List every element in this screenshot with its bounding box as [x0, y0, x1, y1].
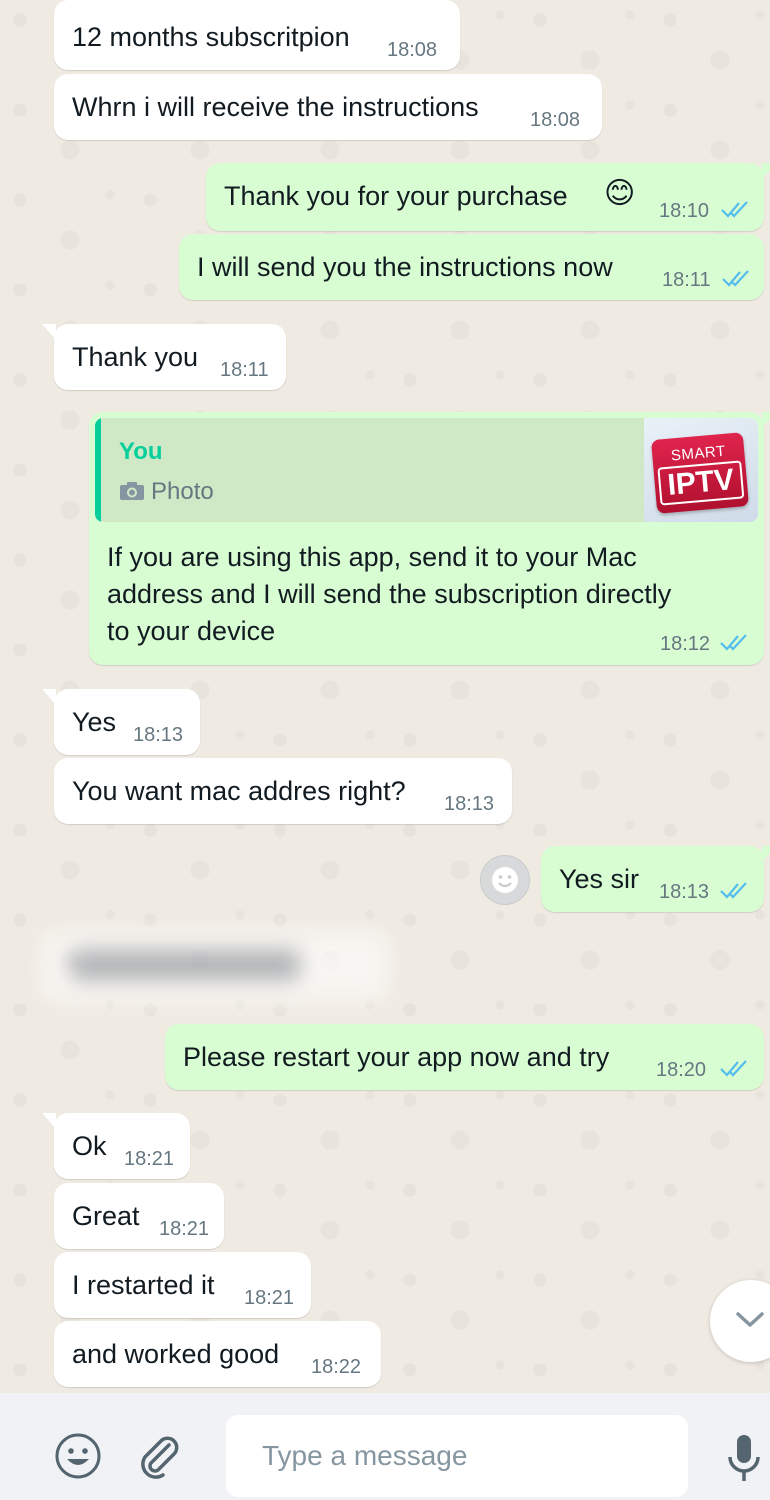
photo-thumbnail: SMART IPTV [644, 418, 758, 522]
message-text: Whrn i will receive the instructions [72, 92, 479, 122]
message-text-line: If you are using this app, send it to yo… [107, 542, 637, 572]
redacted-text [70, 950, 300, 980]
message-text: Thank you [72, 342, 199, 372]
double-check-icon [720, 634, 747, 651]
quote-author: You [119, 438, 163, 465]
scroll-to-bottom-button[interactable] [710, 1280, 770, 1362]
chevron-down-icon [736, 1312, 764, 1327]
smart-iptv-logo: SMART IPTV [650, 432, 750, 514]
double-check-icon [722, 270, 749, 287]
message-outgoing-reply[interactable]: You Photo SMART IPTV If you are using th… [89, 412, 770, 665]
bubble-tail [42, 324, 56, 340]
message-time: 18:11 [220, 359, 269, 381]
message-time: 18:21 [124, 1148, 175, 1170]
message-text: You want mac addres right? [72, 776, 406, 806]
message-text: I will send you the instructions now [197, 252, 613, 282]
smiley-icon [492, 867, 518, 893]
quoted-message[interactable]: You Photo SMART IPTV [95, 418, 758, 522]
message-text: Ok [72, 1131, 107, 1161]
camera-icon [120, 482, 144, 500]
message-text: Yes sir [559, 864, 640, 894]
message-incoming[interactable]: Yes 18:13 [42, 689, 200, 755]
bubble-tail [762, 846, 770, 862]
double-check-icon [720, 882, 747, 899]
message-time: 18:21 [244, 1287, 295, 1309]
bubble-tail [762, 163, 770, 179]
message-time: 18:12 [660, 633, 711, 655]
message-incoming[interactable]: Thank you 18:11 [42, 324, 286, 390]
message-input[interactable] [226, 1415, 688, 1497]
bubble-tail [42, 689, 56, 705]
message-outgoing[interactable]: Yes sir 18:13 [541, 846, 770, 912]
bubble-tail [762, 412, 770, 428]
smiling-face-emoji: 😊 [604, 177, 636, 210]
message-outgoing[interactable]: Please restart your app now and try 18:2… [165, 1024, 764, 1090]
logo-text-main: IPTV [657, 460, 745, 506]
message-text: Yes [72, 707, 117, 737]
reaction-button[interactable] [480, 855, 530, 905]
message-incoming[interactable]: Great 18:21 [54, 1183, 224, 1249]
message-incoming[interactable]: I restarted it 18:21 [54, 1252, 311, 1318]
attach-icon[interactable] [135, 1431, 181, 1481]
message-text-line: to your device [107, 616, 276, 646]
message-incoming[interactable]: Ok 18:21 [42, 1113, 190, 1179]
message-time: 18:21 [159, 1218, 210, 1240]
message-time: 18:08 [387, 39, 438, 61]
message-incoming[interactable]: Whrn i will receive the instructions 18:… [54, 74, 602, 140]
emoji-icon[interactable] [53, 1431, 103, 1481]
message-time: 18:10 [659, 200, 710, 222]
message-time: 18:13 [659, 881, 710, 903]
quote-type-label: Photo [151, 478, 214, 505]
message-incoming[interactable]: 12 months subscritpion 18:08 [54, 0, 460, 70]
message-time: 18:11 [662, 269, 711, 291]
message-text-line: address and I will send the subscription… [107, 579, 672, 609]
double-check-icon [720, 1060, 747, 1077]
message-text: Great [72, 1201, 140, 1231]
message-time: 18:22 [311, 1356, 362, 1378]
message-text: I restarted it [72, 1270, 215, 1300]
message-time: 18:13 [444, 793, 495, 815]
chat-panel[interactable]: 12 months subscritpion 18:08 Whrn i will… [0, 0, 770, 1393]
message-time: 18:20 [656, 1059, 707, 1081]
quote-type: Photo [119, 480, 214, 504]
quote-accent-bar [95, 418, 101, 522]
message-text: Thank you for your purchase [224, 181, 568, 211]
message-outgoing[interactable]: I will send you the instructions now 18:… [179, 234, 764, 300]
message-text: and worked good [72, 1339, 280, 1369]
double-check-icon [721, 201, 748, 218]
microphone-icon[interactable] [724, 1433, 764, 1487]
message-text: 12 months subscritpion [72, 22, 350, 52]
bubble-tail [42, 1113, 56, 1129]
message-time: 18:13 [133, 724, 184, 746]
message-time: 18:08 [530, 109, 581, 131]
message-incoming[interactable]: You want mac addres right? 18:13 [54, 758, 512, 824]
message-outgoing[interactable]: Thank you for your purchase 😊 18:10 [206, 163, 770, 231]
message-text: Please restart your app now and try [183, 1042, 610, 1072]
message-incoming[interactable]: and worked good 18:22 [54, 1321, 381, 1387]
